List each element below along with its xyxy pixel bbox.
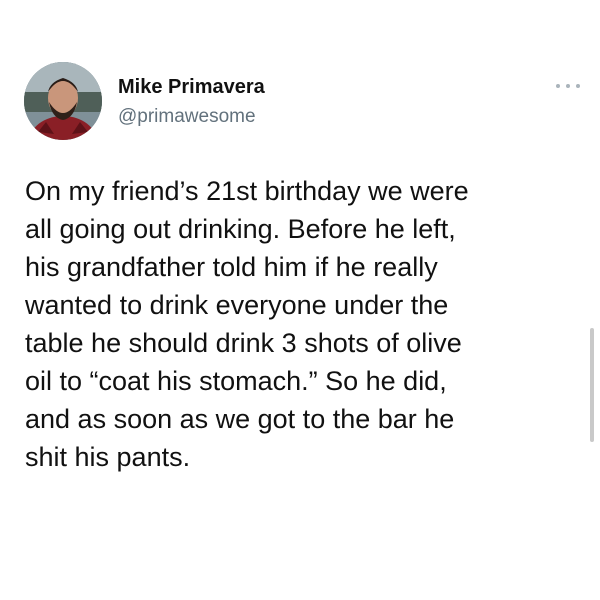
more-dot (556, 84, 560, 88)
tweet-text-line: oil to “coat his stomach.” So he did, (25, 366, 447, 396)
tweet-text: On my friend’s 21st birthday we were all… (25, 172, 570, 476)
tweet-text-line: wanted to drink everyone under the (25, 290, 449, 320)
more-dot (566, 84, 570, 88)
author-name[interactable]: Mike Primavera (118, 76, 265, 99)
author-handle[interactable]: @primawesome (118, 106, 256, 128)
tweet-text-line: all going out drinking. Before he left, (25, 214, 456, 244)
tweet-card: Mike Primavera @primawesome On my friend… (0, 0, 600, 600)
tweet-text-line: his grandfather told him if he really (25, 252, 438, 282)
tweet-text-line: table he should drink 3 shots of olive (25, 328, 462, 358)
profile-photo-icon (24, 62, 102, 140)
more-options-icon[interactable] (556, 80, 580, 92)
scrollbar[interactable] (590, 328, 594, 442)
tweet-text-line: and as soon as we got to the bar he (25, 404, 455, 434)
tweet-text-line: shit his pants. (25, 442, 191, 472)
tweet-text-line: On my friend’s 21st birthday we were (25, 176, 469, 206)
more-dot (576, 84, 580, 88)
avatar[interactable] (24, 62, 102, 140)
